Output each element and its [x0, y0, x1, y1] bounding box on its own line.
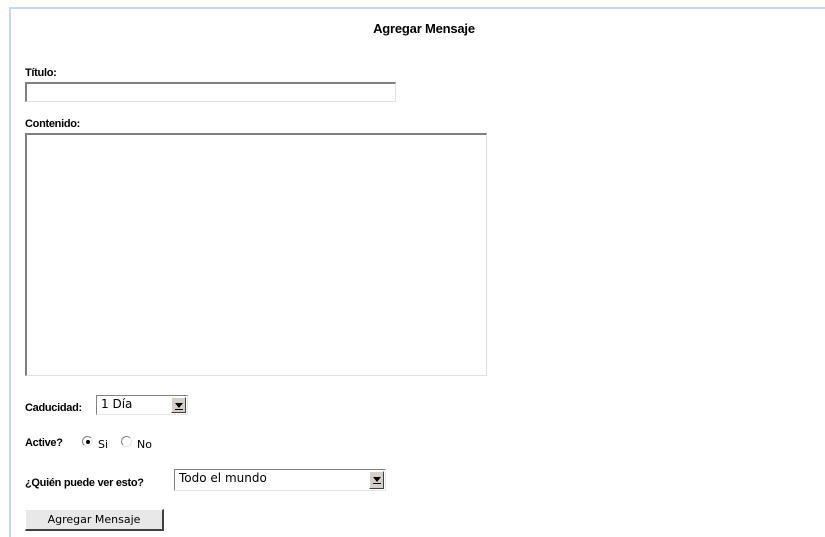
- active-no-radio[interactable]: [121, 436, 132, 447]
- page-title: Agregar Mensaje: [373, 21, 475, 36]
- active-yes-label: Si: [98, 438, 109, 451]
- chevron-down-icon[interactable]: [369, 471, 384, 489]
- content-label: Contenido:: [25, 118, 81, 130]
- content-textarea[interactable]: [25, 133, 487, 376]
- active-no-label: No: [137, 438, 152, 451]
- title-label: Título:: [25, 67, 57, 79]
- visibility-select[interactable]: Todo el mundo: [174, 469, 386, 491]
- add-message-button[interactable]: Agregar Mensaje: [25, 509, 164, 531]
- visibility-label: ¿Quién puede ver esto?: [25, 477, 144, 489]
- active-label: Active?: [25, 437, 63, 449]
- expiry-select[interactable]: 1 Día: [96, 395, 188, 415]
- visibility-selected-value: Todo el mundo: [179, 471, 267, 485]
- title-input[interactable]: [25, 82, 396, 102]
- expiry-selected-value: 1 Día: [101, 397, 133, 411]
- chevron-down-icon[interactable]: [171, 397, 186, 413]
- active-yes-radio[interactable]: [82, 436, 93, 447]
- expiry-label: Caducidad:: [25, 402, 82, 414]
